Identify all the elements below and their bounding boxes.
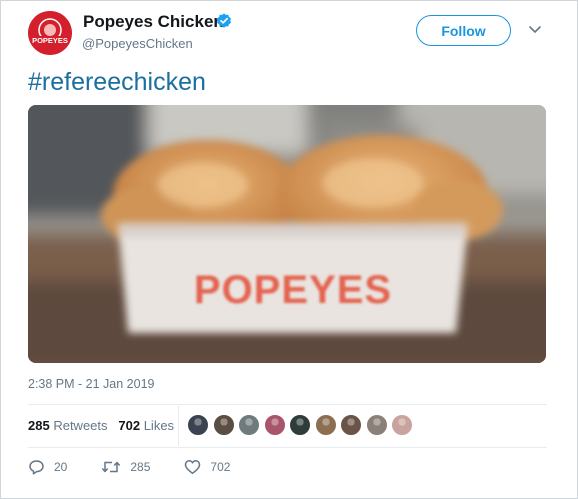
- tweet-photo[interactable]: POPEYES: [28, 105, 546, 363]
- avatar-logo-text: POPEYES: [32, 36, 68, 45]
- liker-avatar[interactable]: [289, 414, 311, 436]
- hashtag-link[interactable]: #refereechicken: [28, 68, 206, 97]
- box-logo-text: POPEYES: [194, 268, 392, 312]
- liker-avatar[interactable]: [365, 414, 388, 436]
- heart-icon: [185, 460, 201, 475]
- liker-avatar[interactable]: [314, 414, 337, 436]
- reply-count: 20: [54, 460, 68, 474]
- retweet-button[interactable]: 285: [101, 459, 150, 475]
- tweet-stats: 285 Retweets 702 Likes: [28, 418, 174, 433]
- like-button[interactable]: 702: [184, 459, 230, 475]
- verified-badge-icon: [217, 13, 231, 28]
- divider: [28, 447, 547, 448]
- liker-avatars: [187, 414, 417, 438]
- liker-avatar[interactable]: [340, 414, 362, 436]
- tweet-card: POPEYES Popeyes Chicken @PopeyesChicken …: [0, 0, 578, 499]
- liker-avatar[interactable]: [391, 414, 413, 436]
- divider: [28, 404, 547, 405]
- reply-icon: [29, 460, 44, 475]
- liker-avatar[interactable]: [263, 414, 286, 436]
- liker-avatar[interactable]: [187, 414, 209, 436]
- like-count: 702: [210, 460, 231, 474]
- retweets-count: 285: [28, 418, 50, 433]
- liker-avatar[interactable]: [238, 414, 260, 436]
- author-handle[interactable]: @PopeyesChicken: [82, 36, 193, 51]
- tweet-timestamp[interactable]: 2:38 PM - 21 Jan 2019: [28, 377, 154, 391]
- likes-count: 702: [118, 418, 141, 433]
- likes-label: Likes: [143, 418, 175, 433]
- retweet-count: 285: [130, 460, 151, 474]
- popeyes-avatar[interactable]: POPEYES: [28, 11, 72, 55]
- likes-stat[interactable]: 702 Likes: [118, 418, 174, 433]
- chevron-down-icon[interactable]: [528, 25, 542, 35]
- author-display-name[interactable]: Popeyes Chicken: [83, 12, 224, 32]
- retweets-label: Retweets: [53, 418, 108, 433]
- retweet-icon: [102, 461, 121, 473]
- retweets-stat[interactable]: 285 Retweets: [28, 418, 108, 433]
- liker-avatar[interactable]: [212, 414, 235, 436]
- follow-button[interactable]: Follow: [416, 15, 511, 46]
- stats-divider: [178, 406, 179, 446]
- tweet-actions: 20 285 702: [28, 459, 264, 475]
- reply-button[interactable]: 20: [28, 459, 67, 475]
